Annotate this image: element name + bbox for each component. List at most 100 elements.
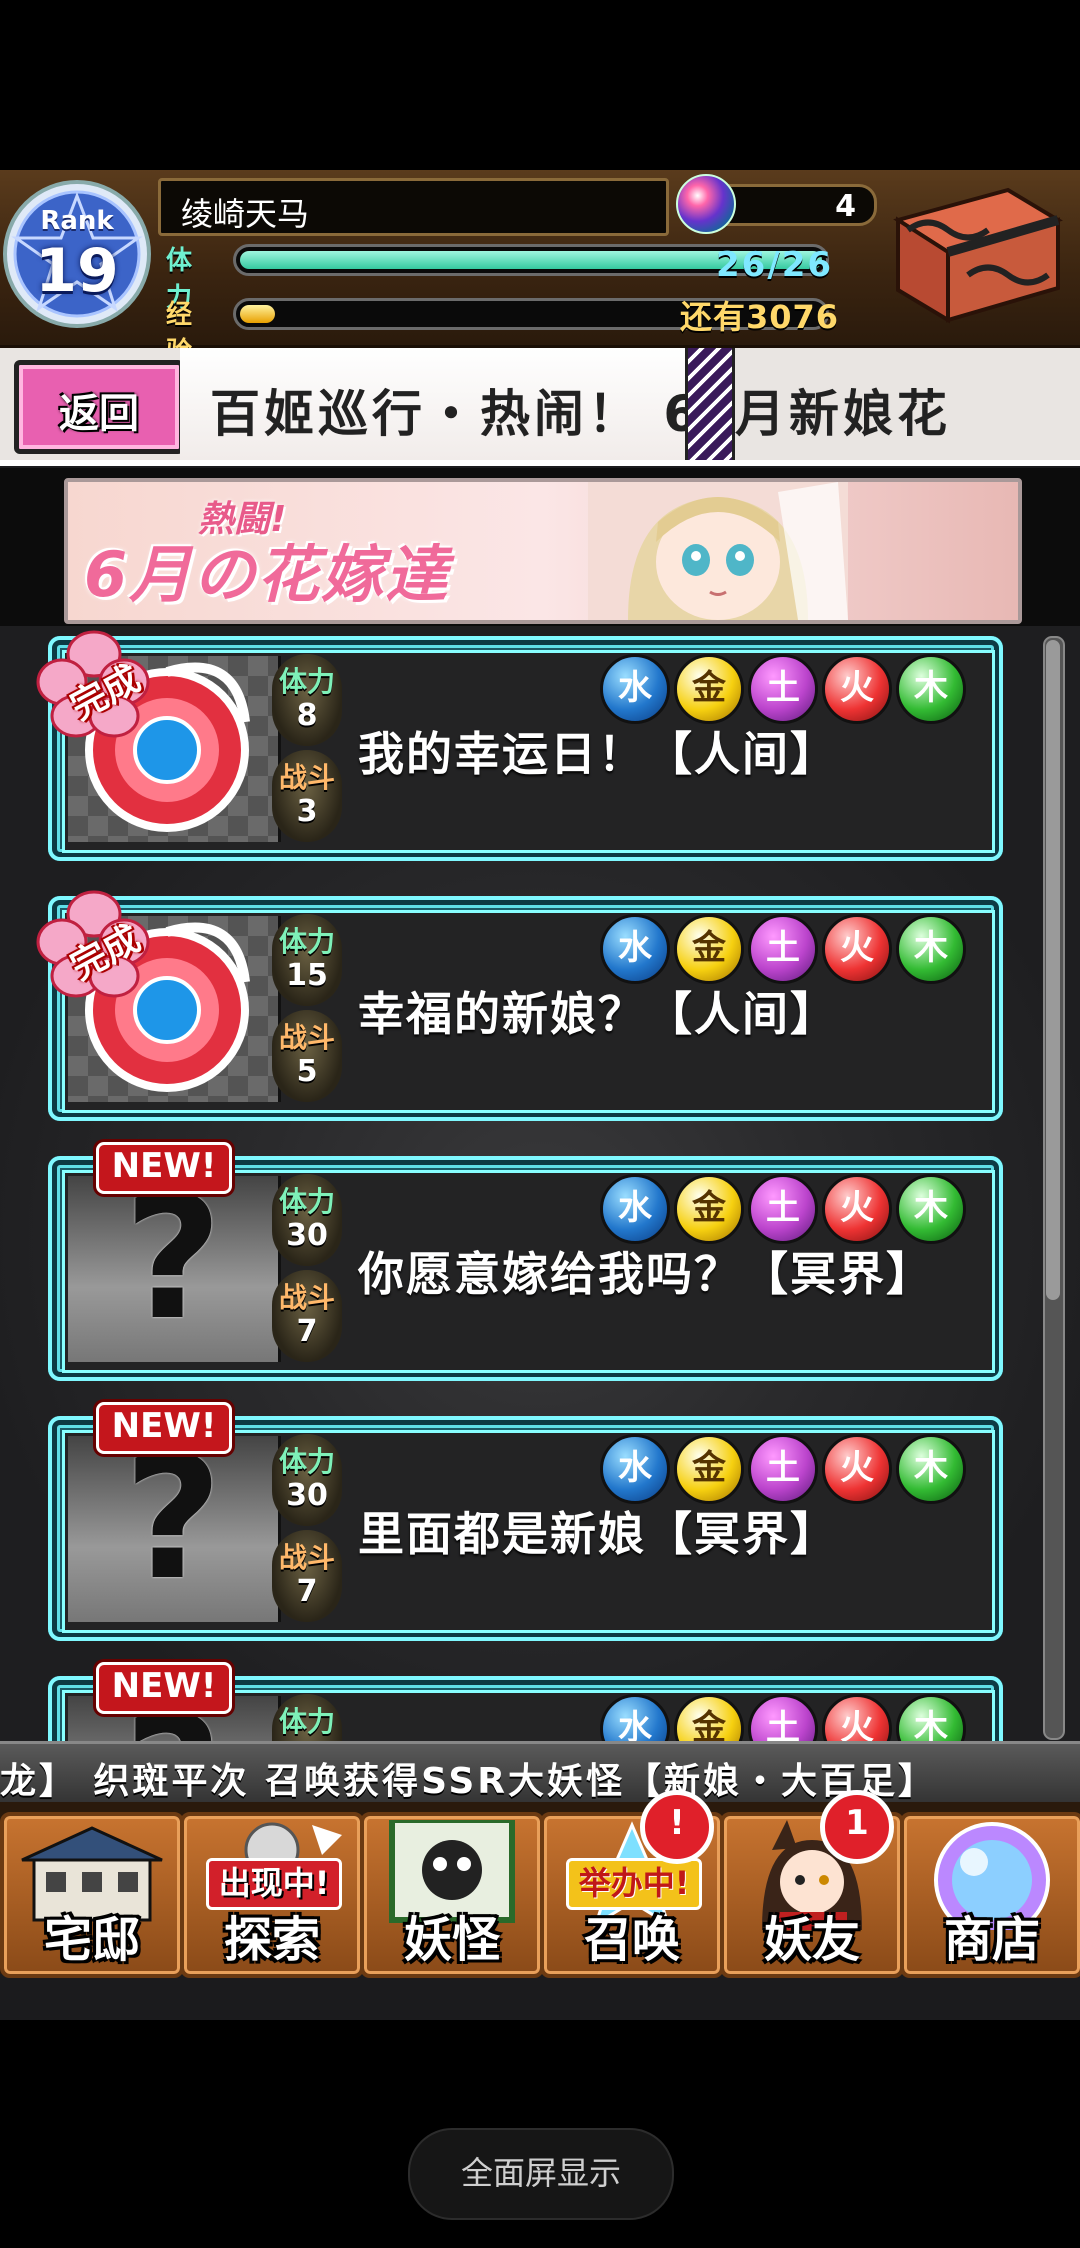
stamina-cost-pill: 体力 15 [272, 914, 342, 1006]
wood-orb-icon: 木 [896, 1174, 966, 1244]
water-orb-icon: 水 [600, 1434, 670, 1504]
element-row: 水金土火木 [600, 1694, 980, 1741]
battle-count-value: 5 [296, 1054, 318, 1089]
nav-summon[interactable]: 举办中! ! 召唤 [540, 1790, 724, 1978]
stamina-cost-value: 8 [296, 698, 318, 733]
wood-orb-icon: 木 [896, 1694, 966, 1741]
friends-notification-badge: 1 [820, 1790, 894, 1864]
wood-orb-icon: 木 [896, 914, 966, 984]
quest-card[interactable]: 完成 体力 15 战斗 5 幸福的新娘？【人间】水金土火木 [36, 890, 1003, 1121]
quest-title: 幸福的新娘？【人间】 [358, 987, 838, 1041]
quest-cost: 体力 30 战斗 7 [266, 1174, 356, 1364]
fire-orb-icon: 火 [822, 914, 892, 984]
battle-count-label: 战斗 [278, 1021, 335, 1054]
nav-shop-label: 商店 [943, 1912, 1040, 1968]
stamina-cost-pill: 体力 30 [272, 1434, 342, 1526]
quest-card[interactable]: 完成 体力 8 战斗 3 我的幸运日！【人间】水金土火木 [36, 630, 1003, 861]
quest-title: 里面都是新娘【冥界】 [358, 1507, 838, 1561]
rank-badge[interactable]: Rank 19 [2, 174, 152, 334]
battle-count-pill: 战斗 7 [272, 1530, 342, 1622]
stamina-cost-pill: 体力 8 [272, 654, 342, 746]
earth-orb-icon: 土 [748, 1434, 818, 1504]
earth-orb-icon: 土 [748, 914, 818, 984]
quest-card[interactable]: ?NEW!体力战斗水金土火木 [48, 1662, 1003, 1741]
exp-remaining: 还有3076 [680, 298, 840, 336]
scrollbar[interactable] [1043, 636, 1065, 1740]
gold-orb-icon: 金 [674, 914, 744, 984]
stamina-cost-label: 体力 [278, 665, 335, 698]
gold-orb-icon: 金 [674, 1174, 744, 1244]
new-badge: NEW! [96, 1402, 232, 1454]
stamina-cost-label: 体力 [278, 1705, 335, 1738]
element-row: 水金土火木 [600, 1434, 980, 1504]
quest-title: 你愿意嫁给我吗？【冥界】 [358, 1247, 934, 1301]
fullscreen-button[interactable]: 全面屏显示 [408, 2128, 674, 2220]
exp-bar-fill [240, 305, 275, 323]
nav-friends-label: 妖友 [763, 1912, 860, 1968]
water-orb-icon: 水 [600, 654, 670, 724]
earth-orb-icon: 土 [748, 654, 818, 724]
complete-flower-icon [36, 890, 250, 1092]
stamina-cost-label: 体力 [278, 1445, 335, 1478]
ticker-text: 龙】 织斑平次 召唤获得SSR大妖怪【新娘・大百足】 [0, 1761, 938, 1802]
gem-icon [676, 174, 736, 234]
earth-orb-icon: 土 [748, 1174, 818, 1244]
battle-count-pill: 战斗 3 [272, 750, 342, 842]
gem-counter[interactable]: 4 [676, 174, 877, 234]
element-row: 水金土火木 [600, 1174, 980, 1244]
complete-flower-icon [36, 630, 250, 832]
quest-list[interactable]: 完成 体力 8 战斗 3 我的幸运日！【人间】水金土火木完成 体力 15 战斗 5 幸福的新娘？【人… [0, 626, 1080, 1741]
battle-count-pill: 战斗 7 [272, 1270, 342, 1362]
summon-notification-badge: ! [640, 1790, 714, 1864]
quest-title: 我的幸运日！【人间】 [358, 727, 838, 781]
stamina-cost-pill: 体力 30 [272, 1174, 342, 1266]
nav-explore[interactable]: 出现中! 探索 [180, 1812, 364, 1978]
new-badge: NEW! [96, 1142, 232, 1194]
banner-title: 6月の花嫁達 [84, 538, 450, 611]
nav-yokai[interactable]: 妖怪 [360, 1812, 544, 1978]
stamina-cost-value: 15 [286, 958, 328, 993]
player-name-box: 绫崎天马 [158, 178, 669, 236]
nav-friends[interactable]: 1 妖友 [720, 1790, 904, 1978]
fire-orb-icon: 火 [822, 1694, 892, 1741]
quest-card[interactable]: ? NEW! 体力 30 战斗 7 你愿意嫁给我吗？【冥界】水金土火木 [48, 1142, 1003, 1381]
battle-count-value: 3 [296, 794, 318, 829]
status-bar: Rank 19 绫崎天马 体力 经验 4 26/26 还有3076 [0, 170, 1080, 367]
back-button[interactable]: 返回 [14, 360, 184, 454]
nav-explore-label: 探索 [223, 1912, 320, 1968]
quest-card[interactable]: ? NEW! 体力 30 战斗 7 里面都是新娘【冥界】水金土火木 [48, 1402, 1003, 1641]
back-label: 返回 [59, 391, 139, 437]
gold-orb-icon: 金 [674, 1694, 744, 1741]
wood-orb-icon: 木 [896, 1434, 966, 1504]
event-title: 百姬巡行・热闹！ 6 [210, 385, 703, 443]
treasure-chest-icon[interactable] [878, 180, 1068, 330]
nav-shop[interactable]: 商店 [900, 1812, 1080, 1978]
gem-count: 4 [835, 189, 856, 224]
quest-cost: 体力 8 战斗 3 [266, 654, 356, 844]
stamina-cost-value: 30 [286, 1478, 328, 1513]
quest-cost: 体力战斗 [266, 1694, 356, 1741]
stamina-cost-pill: 体力 [272, 1694, 342, 1741]
wood-orb-icon: 木 [896, 654, 966, 724]
battle-count-label: 战斗 [278, 1281, 335, 1314]
gold-orb-icon: 金 [674, 1434, 744, 1504]
nav-home[interactable]: 宅邸 [0, 1812, 184, 1978]
player-name: 绫崎天马 [181, 195, 310, 233]
quest-cost: 体力 15 战斗 5 [266, 914, 356, 1104]
stamina-cost-value: 30 [286, 1218, 328, 1253]
event-banner[interactable]: 熱闘! 6月の花嫁達 [64, 478, 1022, 624]
bride-portrait-icon [588, 482, 848, 620]
gold-orb-icon: 金 [674, 654, 744, 724]
scroll-thumb[interactable] [1046, 640, 1060, 1300]
unknown-question-icon: ? [123, 1420, 223, 1618]
event-title-strip: 百姬巡行・热闹！ 6 [180, 348, 735, 460]
fire-orb-icon: 火 [822, 654, 892, 724]
stamina-cost-label: 体力 [278, 925, 335, 958]
rank-level: 19 [35, 236, 119, 306]
water-orb-icon: 水 [600, 914, 670, 984]
fire-orb-icon: 火 [822, 1174, 892, 1244]
nav-yokai-label: 妖怪 [403, 1912, 500, 1968]
water-orb-icon: 水 [600, 1694, 670, 1741]
new-badge: NEW! [96, 1662, 232, 1714]
element-row: 水金土火木 [600, 654, 980, 724]
